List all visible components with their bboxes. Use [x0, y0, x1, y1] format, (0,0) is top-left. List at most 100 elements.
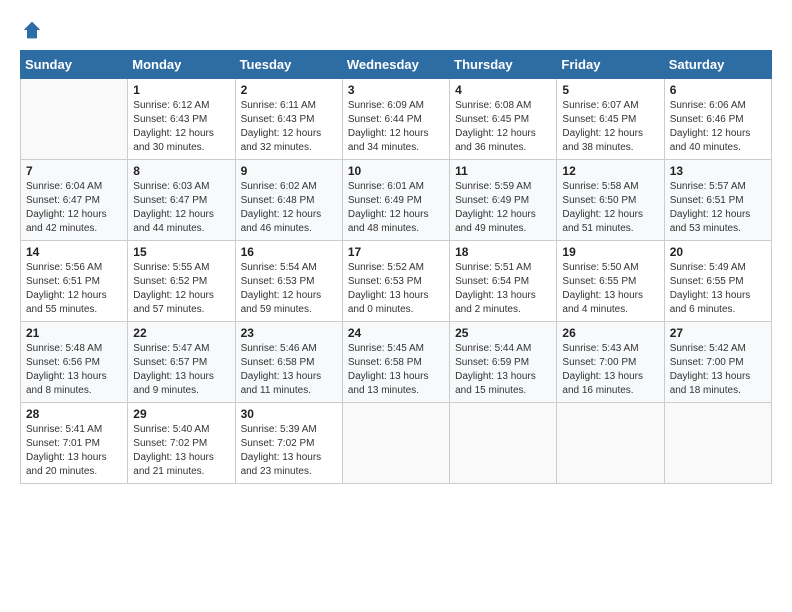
- calendar-cell: 16Sunrise: 5:54 AMSunset: 6:53 PMDayligh…: [235, 241, 342, 322]
- calendar-cell: 26 Sunrise: 5:43 AMSunset: 7:00 PMDayligh…: [557, 322, 664, 403]
- day-number: 9: [241, 164, 337, 178]
- calendar-cell: [21, 79, 128, 160]
- col-saturday: Saturday: [664, 51, 771, 79]
- cell-info: Sunrise: 5:42 AMSunset: 7:00 PMDaylight:…: [670, 342, 766, 398]
- col-sunday: Sunday: [21, 51, 128, 79]
- cell-info: Sunrise: 5:46 AMSunset: 6:58 PMDaylight:…: [241, 342, 337, 398]
- col-friday: Friday: [557, 51, 664, 79]
- calendar-cell: 9 Sunrise: 6:02 AMSunset: 6:48 PMDaylight…: [235, 160, 342, 241]
- cell-info: Sunrise: 6:06 AMSunset: 6:46 PMDaylight:…: [670, 99, 766, 155]
- day-number: 7: [26, 164, 122, 178]
- day-number: 16: [241, 245, 337, 259]
- calendar-cell: 6 Sunrise: 6:06 AMSunset: 6:46 PMDaylight…: [664, 79, 771, 160]
- calendar-cell: 1 Sunrise: 6:12 AMSunset: 6:43 PMDaylight…: [128, 79, 235, 160]
- page-header: [20, 20, 772, 40]
- calendar-cell: 18Sunrise: 5:51 AMSunset: 6:54 PMDayligh…: [450, 241, 557, 322]
- calendar-cell: 21 Sunrise: 5:48 AMSunset: 6:56 PMDayligh…: [21, 322, 128, 403]
- calendar-cell: 28 Sunrise: 5:41 AMSunset: 7:01 PMDayligh…: [21, 403, 128, 484]
- calendar-cell: 20Sunrise: 5:49 AMSunset: 6:55 PMDayligh…: [664, 241, 771, 322]
- day-number: 10: [348, 164, 444, 178]
- cell-info: Sunrise: 5:45 AMSunset: 6:58 PMDaylight:…: [348, 342, 444, 398]
- cell-info: Sunrise: 5:59 AMSunset: 6:49 PMDaylight:…: [455, 180, 551, 236]
- cell-info: Sunrise: 5:40 AMSunset: 7:02 PMDaylight:…: [133, 423, 229, 479]
- calendar-cell: 8 Sunrise: 6:03 AMSunset: 6:47 PMDaylight…: [128, 160, 235, 241]
- calendar-cell: 11 Sunrise: 5:59 AMSunset: 6:49 PMDayligh…: [450, 160, 557, 241]
- calendar-cell: 13 Sunrise: 5:57 AMSunset: 6:51 PMDayligh…: [664, 160, 771, 241]
- day-number: 14: [26, 245, 122, 259]
- calendar-week-row: 1 Sunrise: 6:12 AMSunset: 6:43 PMDaylight…: [21, 79, 772, 160]
- cell-info: Sunrise: 5:48 AMSunset: 6:56 PMDaylight:…: [26, 342, 122, 398]
- calendar-cell: 25Sunrise: 5:44 AMSunset: 6:59 PMDayligh…: [450, 322, 557, 403]
- day-number: 23: [241, 326, 337, 340]
- col-wednesday: Wednesday: [342, 51, 449, 79]
- day-number: 17: [348, 245, 444, 259]
- cell-info: Sunrise: 5:47 AMSunset: 6:57 PMDaylight:…: [133, 342, 229, 398]
- logo-icon: [22, 20, 42, 40]
- calendar-cell: 19 Sunrise: 5:50 AMSunset: 6:55 PMDayligh…: [557, 241, 664, 322]
- calendar-cell: [342, 403, 449, 484]
- col-monday: Monday: [128, 51, 235, 79]
- calendar-cell: 2Sunrise: 6:11 AMSunset: 6:43 PMDaylight…: [235, 79, 342, 160]
- day-number: 28: [26, 407, 122, 421]
- cell-info: Sunrise: 5:51 AMSunset: 6:54 PMDaylight:…: [455, 261, 551, 317]
- calendar-body: 1 Sunrise: 6:12 AMSunset: 6:43 PMDaylight…: [21, 79, 772, 484]
- day-number: 1: [133, 83, 229, 97]
- day-number: 22: [133, 326, 229, 340]
- day-number: 12: [562, 164, 658, 178]
- day-number: 30: [241, 407, 337, 421]
- day-number: 29: [133, 407, 229, 421]
- calendar-cell: 22 Sunrise: 5:47 AMSunset: 6:57 PMDayligh…: [128, 322, 235, 403]
- calendar-cell: 3 Sunrise: 6:09 AMSunset: 6:44 PMDaylight…: [342, 79, 449, 160]
- day-number: 11: [455, 164, 551, 178]
- calendar-cell: [664, 403, 771, 484]
- day-number: 13: [670, 164, 766, 178]
- calendar-cell: 12 Sunrise: 5:58 AMSunset: 6:50 PMDayligh…: [557, 160, 664, 241]
- day-number: 2: [241, 83, 337, 97]
- day-number: 26: [562, 326, 658, 340]
- day-number: 25: [455, 326, 551, 340]
- col-tuesday: Tuesday: [235, 51, 342, 79]
- day-number: 3: [348, 83, 444, 97]
- day-number: 19: [562, 245, 658, 259]
- cell-info: Sunrise: 6:03 AMSunset: 6:47 PMDaylight:…: [133, 180, 229, 236]
- cell-info: Sunrise: 5:55 AMSunset: 6:52 PMDaylight:…: [133, 261, 229, 317]
- cell-info: Sunrise: 6:09 AMSunset: 6:44 PMDaylight:…: [348, 99, 444, 155]
- day-number: 4: [455, 83, 551, 97]
- day-number: 20: [670, 245, 766, 259]
- cell-info: Sunrise: 6:02 AMSunset: 6:48 PMDaylight:…: [241, 180, 337, 236]
- logo: [20, 20, 44, 40]
- header-row: Sunday Monday Tuesday Wednesday Thursday…: [21, 51, 772, 79]
- col-thursday: Thursday: [450, 51, 557, 79]
- cell-info: Sunrise: 5:50 AMSunset: 6:55 PMDaylight:…: [562, 261, 658, 317]
- day-number: 27: [670, 326, 766, 340]
- calendar-cell: 23 Sunrise: 5:46 AMSunset: 6:58 PMDayligh…: [235, 322, 342, 403]
- calendar-cell: [557, 403, 664, 484]
- cell-info: Sunrise: 5:56 AMSunset: 6:51 PMDaylight:…: [26, 261, 122, 317]
- cell-info: Sunrise: 6:12 AMSunset: 6:43 PMDaylight:…: [133, 99, 229, 155]
- day-number: 5: [562, 83, 658, 97]
- calendar-week-row: 14 Sunrise: 5:56 AMSunset: 6:51 PMDayligh…: [21, 241, 772, 322]
- cell-info: Sunrise: 6:01 AMSunset: 6:49 PMDaylight:…: [348, 180, 444, 236]
- calendar-cell: 4 Sunrise: 6:08 AMSunset: 6:45 PMDaylight…: [450, 79, 557, 160]
- cell-info: Sunrise: 6:07 AMSunset: 6:45 PMDaylight:…: [562, 99, 658, 155]
- cell-info: Sunrise: 5:57 AMSunset: 6:51 PMDaylight:…: [670, 180, 766, 236]
- calendar-cell: 14 Sunrise: 5:56 AMSunset: 6:51 PMDayligh…: [21, 241, 128, 322]
- cell-info: Sunrise: 5:43 AMSunset: 7:00 PMDaylight:…: [562, 342, 658, 398]
- day-number: 15: [133, 245, 229, 259]
- cell-info: Sunrise: 5:41 AMSunset: 7:01 PMDaylight:…: [26, 423, 122, 479]
- cell-info: Sunrise: 6:04 AMSunset: 6:47 PMDaylight:…: [26, 180, 122, 236]
- calendar-week-row: 28 Sunrise: 5:41 AMSunset: 7:01 PMDayligh…: [21, 403, 772, 484]
- day-number: 21: [26, 326, 122, 340]
- calendar-cell: 30Sunrise: 5:39 AMSunset: 7:02 PMDayligh…: [235, 403, 342, 484]
- calendar-cell: 29 Sunrise: 5:40 AMSunset: 7:02 PMDayligh…: [128, 403, 235, 484]
- calendar-cell: [450, 403, 557, 484]
- cell-info: Sunrise: 5:58 AMSunset: 6:50 PMDaylight:…: [562, 180, 658, 236]
- cell-info: Sunrise: 6:08 AMSunset: 6:45 PMDaylight:…: [455, 99, 551, 155]
- calendar-cell: 15 Sunrise: 5:55 AMSunset: 6:52 PMDayligh…: [128, 241, 235, 322]
- cell-info: Sunrise: 5:52 AMSunset: 6:53 PMDaylight:…: [348, 261, 444, 317]
- calendar-week-row: 21 Sunrise: 5:48 AMSunset: 6:56 PMDayligh…: [21, 322, 772, 403]
- day-number: 6: [670, 83, 766, 97]
- calendar-cell: 24Sunrise: 5:45 AMSunset: 6:58 PMDayligh…: [342, 322, 449, 403]
- day-number: 8: [133, 164, 229, 178]
- calendar-cell: 27 Sunrise: 5:42 AMSunset: 7:00 PMDayligh…: [664, 322, 771, 403]
